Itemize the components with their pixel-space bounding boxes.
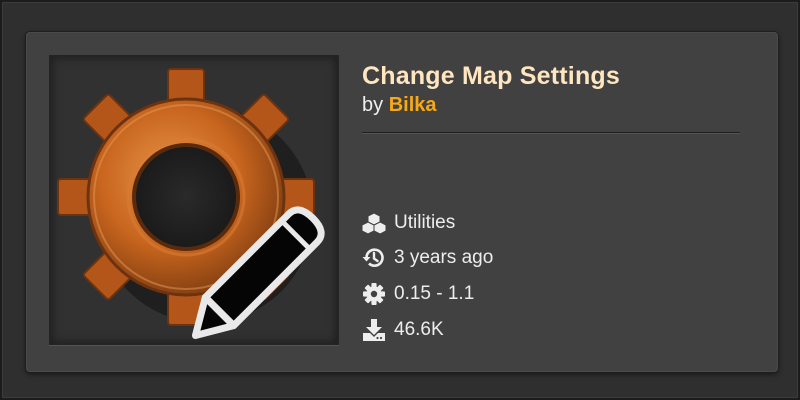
mod-thumbnail[interactable] <box>49 55 339 345</box>
author-link[interactable]: Bilka <box>389 94 437 116</box>
mod-title[interactable]: Change Map Settings <box>362 62 620 91</box>
category-label: Utilities <box>394 212 456 233</box>
meta-category[interactable]: Utilities <box>362 208 455 238</box>
mod-card-frame: Change Map Settings by Bilka Utilities 3… <box>0 0 800 400</box>
gear-icon <box>362 282 388 306</box>
download-icon <box>362 318 388 342</box>
cubes-icon <box>362 211 388 235</box>
history-icon <box>362 246 388 270</box>
downloads-label: 46.6K <box>394 319 444 340</box>
mod-card[interactable]: Change Map Settings by Bilka Utilities 3… <box>26 32 778 372</box>
by-label: by <box>362 94 384 116</box>
gear-pencil-icon <box>57 68 325 340</box>
meta-updated: 3 years ago <box>362 243 493 273</box>
meta-downloads: 46.6K <box>362 315 444 345</box>
mod-byline: by Bilka <box>362 94 437 117</box>
updated-label: 3 years ago <box>394 247 494 268</box>
versions-label: 0.15 - 1.1 <box>394 283 475 304</box>
divider <box>362 132 740 134</box>
meta-versions: 0.15 - 1.1 <box>362 279 474 309</box>
